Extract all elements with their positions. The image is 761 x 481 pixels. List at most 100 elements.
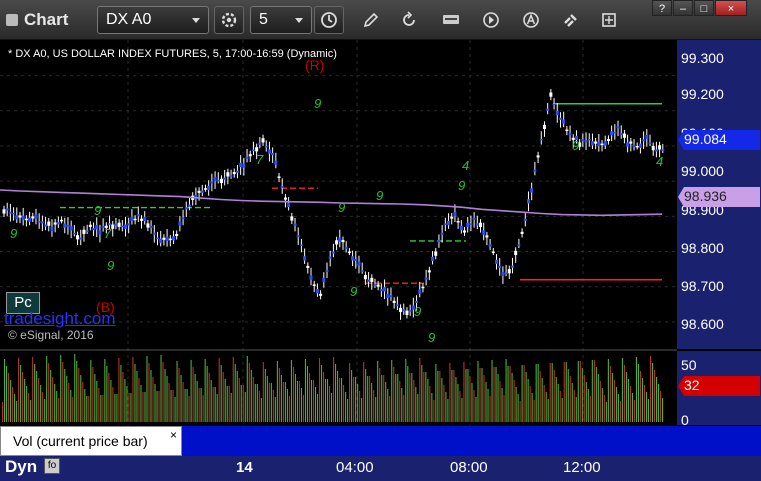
alert-icon <box>523 12 539 28</box>
candle-body <box>447 221 451 226</box>
fo-icon[interactable]: fo <box>44 458 60 474</box>
volume-bar <box>112 387 114 422</box>
candle-body <box>264 145 268 148</box>
close-icon[interactable]: × <box>170 428 177 442</box>
candle-body <box>76 235 80 240</box>
volume-bar <box>10 380 12 422</box>
volume-bar <box>304 359 307 422</box>
time-axis[interactable] <box>0 456 761 481</box>
td-count-mark: 9 <box>338 200 345 215</box>
candle-body <box>651 145 655 151</box>
candle-body <box>28 217 32 222</box>
volume-bar <box>627 379 629 422</box>
volume-bar <box>206 366 208 422</box>
candle-body <box>590 141 594 146</box>
volume-bar <box>567 369 569 422</box>
volume-bar <box>501 388 503 422</box>
candle-body <box>8 211 12 214</box>
volume-bar <box>537 364 539 422</box>
volume-bar <box>351 370 353 422</box>
help-button[interactable]: ? <box>652 0 672 16</box>
candle-body <box>207 185 211 191</box>
candle-body <box>165 236 169 241</box>
candle-body <box>440 232 444 235</box>
volume-bar <box>355 377 357 422</box>
volume-bar <box>389 396 391 422</box>
volume-bar <box>485 382 487 422</box>
settings-button[interactable] <box>214 6 244 34</box>
price-chart[interactable]: 997997994999994 (R) (B) <box>0 40 677 456</box>
candle-body <box>213 176 217 182</box>
watermark-link[interactable]: tradesight.com <box>4 309 116 329</box>
candle-body <box>619 133 623 136</box>
candle-body <box>92 228 96 231</box>
clock-icon <box>321 12 337 28</box>
volume-bar <box>641 378 644 422</box>
quote-button[interactable] <box>442 11 460 29</box>
candle-body <box>140 218 144 221</box>
draw-pencil-button[interactable] <box>362 11 380 29</box>
candle-body <box>501 271 505 277</box>
volume-bar <box>385 382 387 422</box>
minimize-button[interactable]: – <box>673 0 693 16</box>
volume-bar <box>465 369 467 422</box>
volume-bar <box>238 378 240 422</box>
volume-bar <box>32 357 34 422</box>
volume-bar <box>499 381 501 422</box>
volume-bar <box>182 382 184 422</box>
candle-body <box>319 293 323 296</box>
td-count-mark: 7 <box>256 152 264 167</box>
maximize-button[interactable]: □ <box>694 0 714 16</box>
volume-bar <box>549 363 551 422</box>
window-menu-button[interactable] <box>600 11 618 29</box>
time-template-button[interactable] <box>314 6 344 34</box>
volume-bar <box>140 385 142 422</box>
candle-body <box>549 92 553 97</box>
volume-bar <box>649 356 652 422</box>
candle-body <box>315 289 319 294</box>
volume-bar <box>511 373 513 422</box>
volume-bar <box>184 389 186 422</box>
volume-bar <box>441 378 443 422</box>
volume-bar <box>517 394 519 422</box>
replay-button[interactable] <box>482 11 500 29</box>
volume-bar <box>601 388 603 422</box>
symbol-combo[interactable]: DX A0 <box>97 6 209 34</box>
volume-bar <box>30 400 32 422</box>
interval-combo[interactable]: 5 <box>250 6 312 34</box>
volume-bar <box>176 361 178 422</box>
close-button[interactable]: × <box>715 0 747 16</box>
candle-body <box>536 155 540 158</box>
level-lines <box>60 102 662 284</box>
volume-bar <box>302 395 305 422</box>
volume-bar <box>172 390 174 422</box>
volume-bar <box>395 374 397 422</box>
candle-body <box>37 221 41 223</box>
candle-body <box>181 217 185 220</box>
volume-bar <box>653 370 656 422</box>
candle-body <box>143 216 147 222</box>
candle-body <box>479 222 483 227</box>
volume-bar <box>242 385 244 422</box>
volume-bar <box>88 396 90 422</box>
alert-button[interactable] <box>522 11 540 29</box>
candle-body <box>328 256 332 259</box>
volume-legend-tab[interactable]: Vol (current price bar) × <box>0 426 182 456</box>
volume-bar <box>50 370 52 422</box>
candle-body <box>280 186 284 189</box>
refresh-button[interactable] <box>400 11 418 29</box>
volume-bar <box>433 400 435 422</box>
volume-bar <box>597 374 599 422</box>
volume-bar <box>461 398 463 422</box>
dynamic-label[interactable]: Dyn <box>5 457 37 477</box>
volume-bar <box>164 369 166 422</box>
link-button[interactable] <box>562 11 580 29</box>
candle-body <box>539 138 543 141</box>
candle-body <box>149 225 153 229</box>
volume-bar <box>322 372 325 422</box>
candle-body <box>85 230 89 232</box>
volume-bar <box>248 363 250 422</box>
candle-body <box>638 143 642 148</box>
candle-body <box>587 138 591 141</box>
volume-bar <box>152 377 154 422</box>
